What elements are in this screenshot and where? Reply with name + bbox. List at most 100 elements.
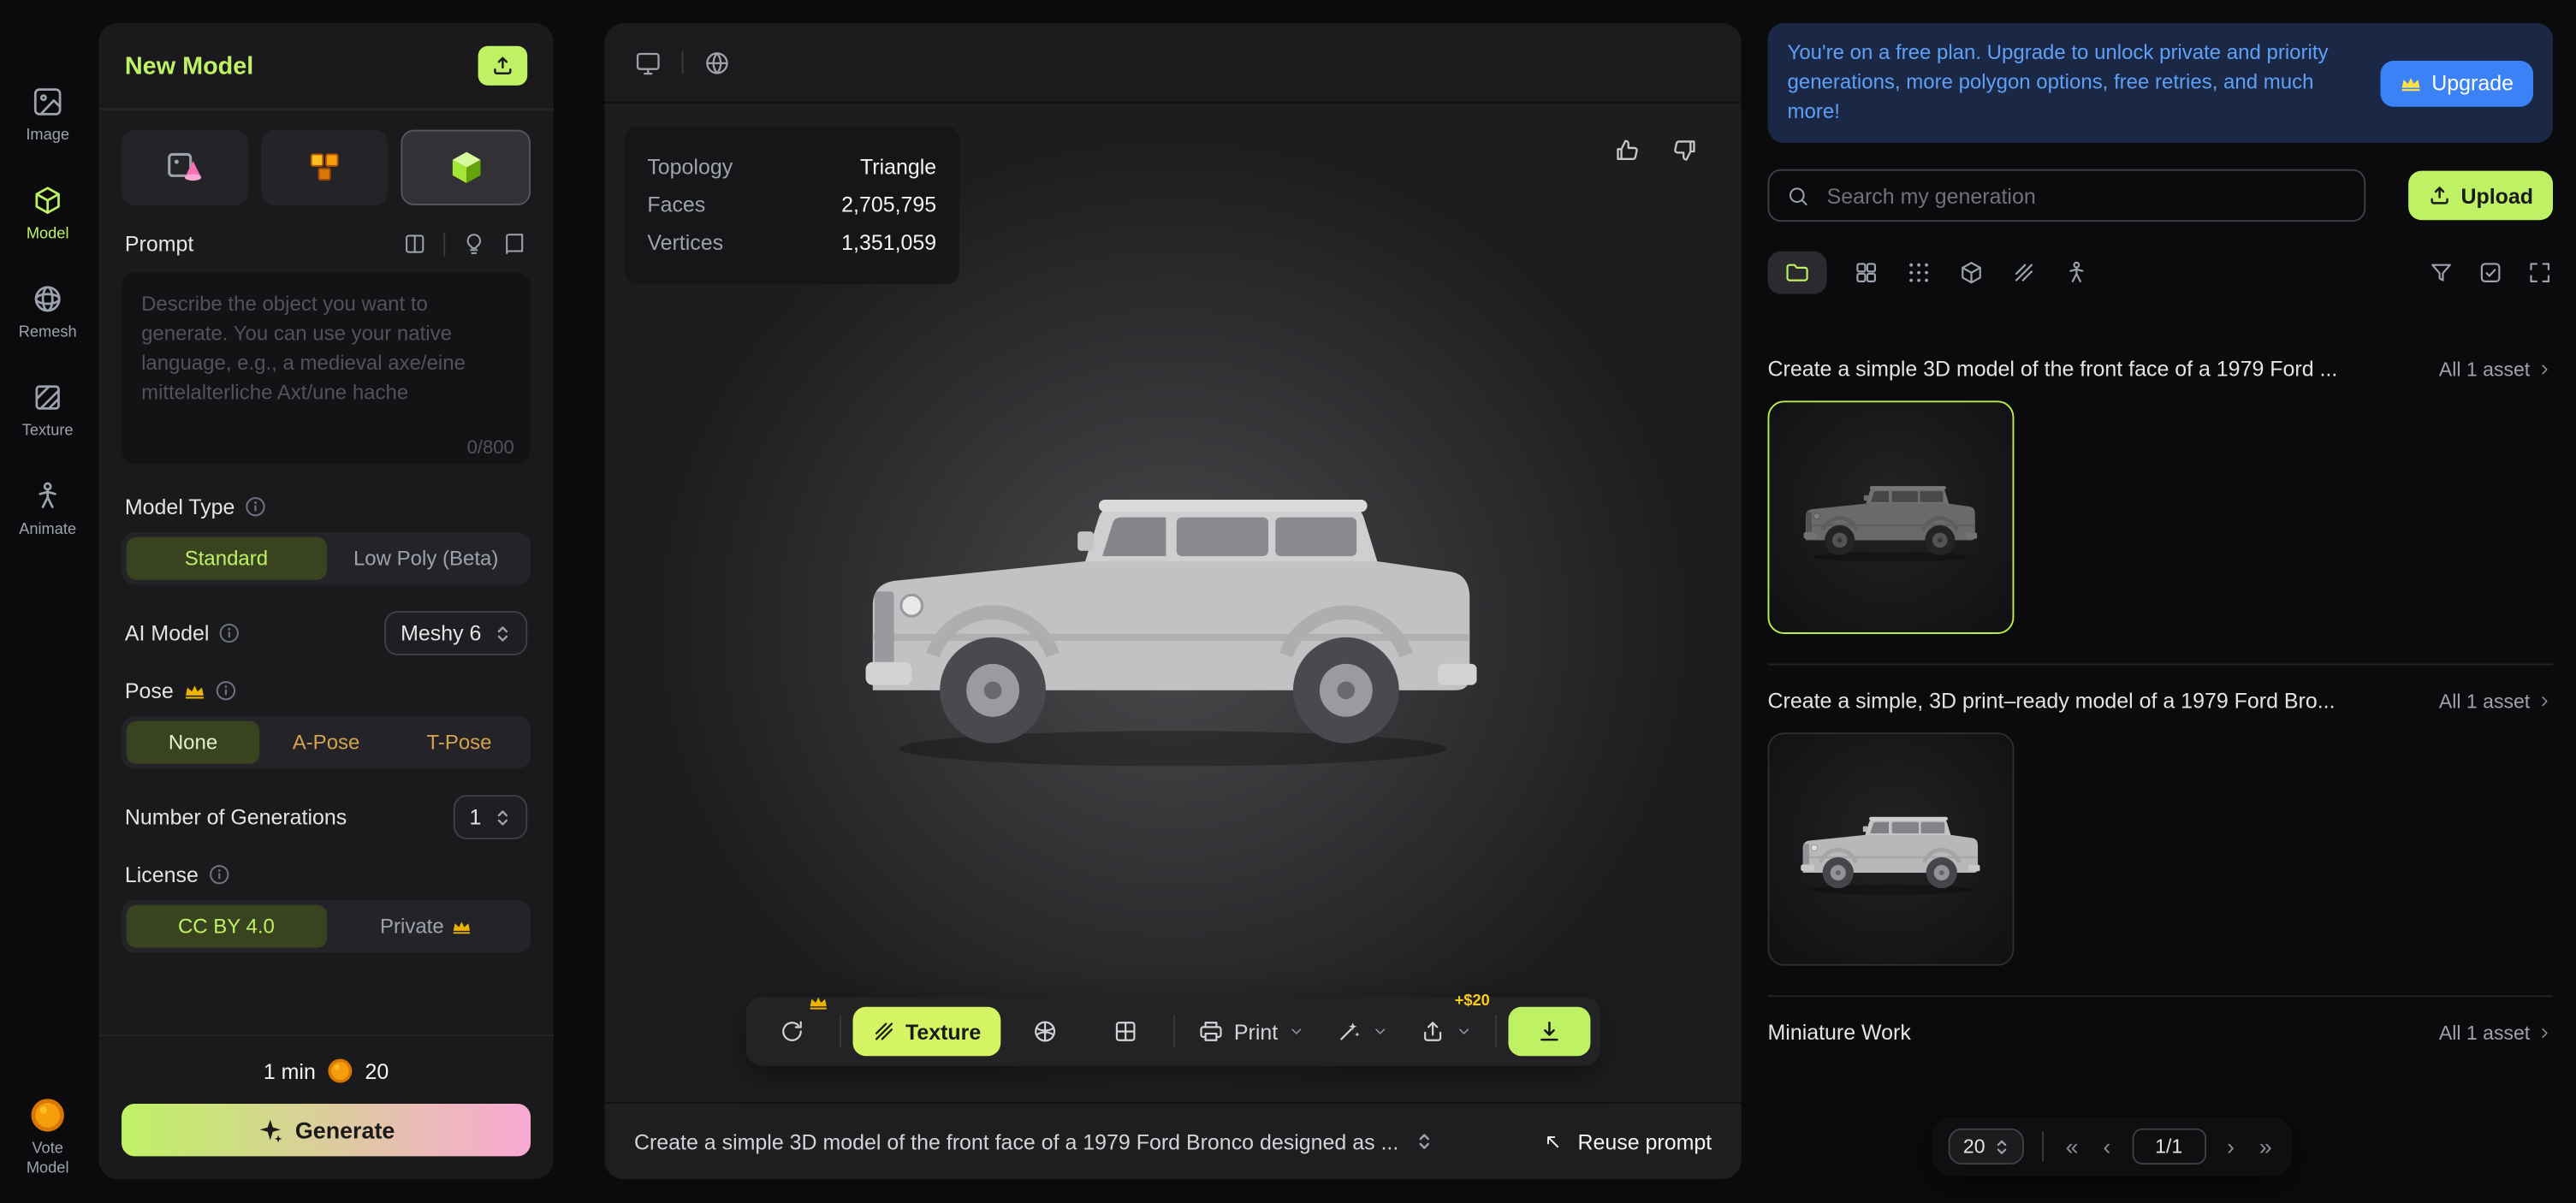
search-icon bbox=[1786, 184, 1811, 209]
section-all-assets-link[interactable]: All 1 asset bbox=[2439, 690, 2553, 713]
generate-button[interactable]: Generate bbox=[122, 1104, 531, 1156]
refresh-icon bbox=[779, 1018, 805, 1045]
generated-model-render bbox=[820, 436, 1526, 790]
section-title: Create a simple, 3D print–ready model of… bbox=[1767, 689, 2425, 714]
stylize-button[interactable] bbox=[1324, 1007, 1399, 1057]
license-segment: CC BY 4.0 Private bbox=[122, 900, 531, 952]
feedback-buttons bbox=[1613, 136, 1699, 164]
rail-item-animate[interactable]: Animate bbox=[19, 480, 76, 539]
prev-page-icon[interactable]: ‹ bbox=[2100, 1135, 2115, 1158]
cube-icon bbox=[31, 184, 63, 216]
texture-button[interactable]: Texture bbox=[853, 1007, 1001, 1057]
animate-filter-icon[interactable] bbox=[2063, 260, 2090, 287]
search-input[interactable] bbox=[1824, 182, 2347, 210]
regenerate-button[interactable] bbox=[756, 1007, 828, 1057]
print-button[interactable]: Print bbox=[1186, 1007, 1315, 1057]
export-button[interactable]: +$20 bbox=[1408, 1007, 1483, 1057]
asset-card-selected[interactable] bbox=[1767, 401, 2014, 635]
upload-button[interactable]: Upload bbox=[2408, 171, 2553, 221]
new-model-panel: New Model bbox=[98, 23, 554, 1179]
section-title: Create a simple 3D model of the front fa… bbox=[1767, 357, 2425, 382]
model-type-standard[interactable]: Standard bbox=[127, 537, 326, 580]
last-page-icon[interactable]: » bbox=[2256, 1135, 2276, 1158]
pose-a[interactable]: A-Pose bbox=[259, 721, 392, 764]
crown-icon bbox=[183, 683, 205, 699]
upgrade-button[interactable]: Upgrade bbox=[2381, 60, 2533, 106]
crown-icon bbox=[2401, 75, 2422, 92]
crown-icon bbox=[452, 919, 472, 933]
grid-view-icon[interactable] bbox=[1853, 260, 1879, 287]
divider bbox=[443, 233, 445, 256]
retopology-button[interactable] bbox=[1089, 1007, 1161, 1057]
asset-card[interactable] bbox=[1767, 733, 2014, 967]
download-icon bbox=[1536, 1018, 1563, 1045]
model-type-lowpoly[interactable]: Low Poly (Beta) bbox=[326, 537, 525, 580]
3d-canvas[interactable]: Topology Triangle Faces 2,705,795 Vertic… bbox=[604, 104, 1741, 1102]
prompt-compare-icon[interactable] bbox=[402, 232, 427, 257]
pose-none[interactable]: None bbox=[127, 721, 259, 764]
download-button[interactable] bbox=[1508, 1007, 1590, 1057]
rail-label: Image bbox=[26, 127, 69, 145]
prompt-library-icon[interactable] bbox=[502, 232, 527, 257]
search-box bbox=[1767, 169, 2365, 222]
filter-icon[interactable] bbox=[2428, 260, 2454, 287]
sphere-grid-icon bbox=[1032, 1018, 1059, 1045]
cost-estimate: 1 min 20 bbox=[98, 1036, 554, 1100]
thumbs-up-icon[interactable] bbox=[1613, 136, 1641, 164]
rail-label: Texture bbox=[22, 422, 74, 440]
chevron-down-icon bbox=[1456, 1023, 1472, 1040]
pose-t[interactable]: T-Pose bbox=[393, 721, 525, 764]
model-filter-icon[interactable] bbox=[1958, 260, 1985, 287]
mesh-stats-panel: Topology Triangle Faces 2,705,795 Vertic… bbox=[624, 127, 959, 285]
tab-image-to-3d[interactable] bbox=[122, 130, 248, 205]
display-mode-icon[interactable] bbox=[634, 49, 662, 77]
current-prompt-text: Create a simple 3D model of the front fa… bbox=[634, 1129, 1398, 1154]
divider bbox=[1495, 1015, 1497, 1047]
stat-topology: Topology Triangle bbox=[647, 151, 936, 185]
info-icon bbox=[208, 864, 229, 886]
upload-icon bbox=[491, 54, 514, 77]
thumbs-down-icon[interactable] bbox=[1671, 136, 1699, 164]
first-page-icon[interactable]: « bbox=[2063, 1135, 2082, 1158]
generations-label: Number of Generations bbox=[125, 805, 347, 830]
dots-view-icon[interactable] bbox=[1906, 260, 1932, 287]
divider bbox=[1173, 1015, 1175, 1047]
asset-thumbnail bbox=[1788, 797, 1995, 901]
tab-voxel[interactable] bbox=[261, 130, 388, 205]
stat-faces: Faces 2,705,795 bbox=[647, 189, 936, 222]
green-cube-icon bbox=[446, 148, 485, 187]
multi-select-icon[interactable] bbox=[2478, 260, 2504, 287]
credit-cost: 20 bbox=[365, 1058, 389, 1083]
prompt-ideas-icon[interactable] bbox=[461, 232, 486, 257]
vote-label: VoteModel bbox=[27, 1141, 69, 1180]
rail-item-image[interactable]: Image bbox=[26, 86, 69, 145]
model-type-segment: Standard Low Poly (Beta) bbox=[122, 532, 531, 584]
rail-item-model[interactable]: Model bbox=[27, 184, 69, 243]
next-page-icon[interactable]: › bbox=[2223, 1135, 2238, 1158]
texture-filter-icon[interactable] bbox=[2011, 260, 2038, 287]
generations-stepper[interactable]: 1 bbox=[453, 795, 527, 839]
rail-item-remesh[interactable]: Remesh bbox=[19, 282, 77, 341]
expand-prompt-icon[interactable] bbox=[1415, 1130, 1434, 1153]
license-private[interactable]: Private bbox=[326, 905, 525, 948]
fullscreen-icon[interactable] bbox=[2526, 260, 2553, 287]
rail-item-texture[interactable]: Texture bbox=[22, 381, 74, 440]
prompt-input[interactable] bbox=[122, 273, 531, 464]
license-ccby[interactable]: CC BY 4.0 bbox=[127, 905, 326, 948]
tab-text-to-3d[interactable] bbox=[401, 130, 531, 205]
remesh-button[interactable] bbox=[1009, 1007, 1081, 1057]
page-size-select[interactable]: 20 bbox=[1949, 1129, 2025, 1164]
import-model-button[interactable] bbox=[478, 46, 528, 86]
generation-section: Create a simple, 3D print–ready model of… bbox=[1767, 664, 2553, 966]
folder-view-button[interactable] bbox=[1767, 252, 1826, 294]
section-all-assets-link[interactable]: All 1 asset bbox=[2439, 358, 2553, 381]
reuse-prompt-button[interactable]: Reuse prompt bbox=[1541, 1129, 1712, 1154]
section-all-assets-link[interactable]: All 1 asset bbox=[2439, 1022, 2553, 1045]
divider bbox=[2043, 1132, 2045, 1162]
environment-globe-icon[interactable] bbox=[703, 49, 732, 77]
vote-coin-icon bbox=[30, 1098, 66, 1134]
vote-model-button[interactable]: VoteModel bbox=[27, 1098, 69, 1180]
page-indicator: 1/1 bbox=[2132, 1129, 2205, 1164]
ai-model-select[interactable]: Meshy 6 bbox=[384, 611, 527, 655]
upgrade-banner-text: You're on a free plan. Upgrade to unlock… bbox=[1788, 39, 2361, 127]
